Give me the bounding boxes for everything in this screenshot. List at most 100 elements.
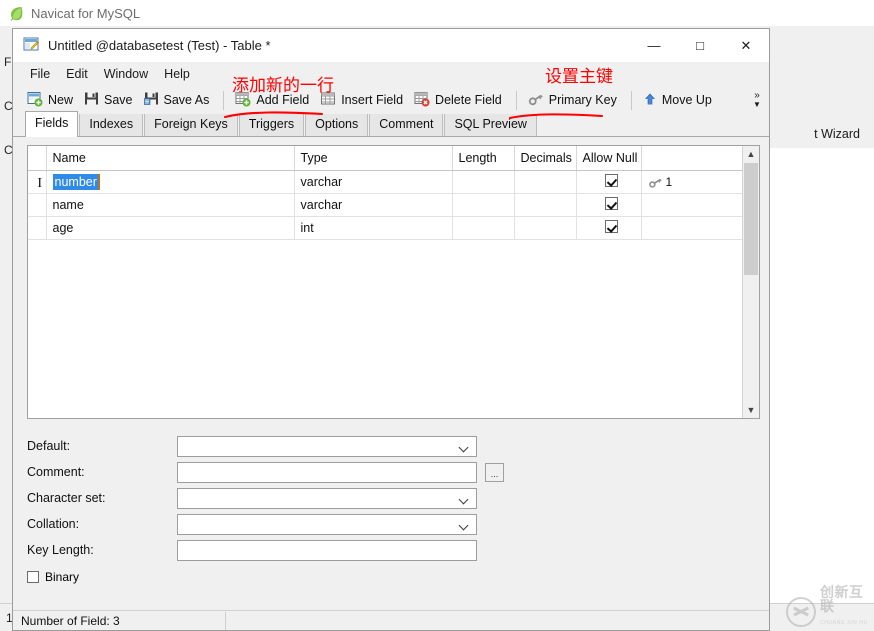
- cell-key-1[interactable]: [641, 193, 759, 217]
- character-set-combo[interactable]: [177, 487, 477, 509]
- allow-null-checkbox-0[interactable]: [605, 174, 618, 187]
- tab-comment[interactable]: Comment: [369, 112, 444, 136]
- tab-indexes-label: Indexes: [89, 117, 134, 131]
- grid-vertical-scrollbar[interactable]: ▲ ▼: [742, 146, 759, 418]
- cell-allow-null-1[interactable]: [576, 193, 642, 217]
- menu-item-file[interactable]: File: [22, 64, 58, 84]
- close-button[interactable]: ✕: [723, 29, 769, 61]
- tab-triggers[interactable]: Triggers: [238, 112, 305, 136]
- row-character-set: Character set:: [27, 485, 727, 511]
- tab-indexes[interactable]: Indexes: [79, 112, 144, 136]
- new-button[interactable]: New: [23, 88, 80, 113]
- row-marker-1: [28, 193, 47, 217]
- comment-editor-button[interactable]: ...: [485, 462, 504, 482]
- header-key[interactable]: [641, 146, 759, 171]
- tab-fields-label: Fields: [35, 116, 69, 130]
- label-collation: Collation:: [27, 517, 80, 531]
- cell-decimals-2[interactable]: [514, 216, 577, 240]
- delete-field-button[interactable]: Delete Field: [410, 88, 509, 113]
- toolbar-separator-1: [223, 90, 225, 110]
- allow-null-checkbox-2[interactable]: [605, 220, 618, 233]
- leaf-icon: [8, 5, 24, 21]
- save-button[interactable]: Save: [80, 88, 140, 112]
- scrollbar-thumb[interactable]: [744, 163, 758, 275]
- header-length[interactable]: Length: [452, 146, 515, 171]
- cell-decimals-0[interactable]: [514, 170, 577, 194]
- header-name[interactable]: Name: [46, 146, 295, 171]
- cell-name-1[interactable]: name: [46, 193, 295, 217]
- primary-key-button-label: Primary Key: [548, 93, 617, 107]
- key-icon: [528, 91, 544, 110]
- toolbar: New Save Save As Add Field Insert Field …: [13, 86, 769, 114]
- window-titlebar[interactable]: Untitled @databasetest (Test) - Table * …: [13, 29, 769, 62]
- toolbar-overflow-button[interactable]: » ▼: [748, 86, 766, 114]
- scroll-down-icon[interactable]: ▼: [743, 402, 759, 418]
- chevron-down-icon: ▼: [753, 100, 761, 109]
- header-type[interactable]: Type: [294, 146, 453, 171]
- maximize-button[interactable]: □: [677, 29, 723, 61]
- cell-allow-null-2[interactable]: [576, 216, 642, 240]
- move-up-button[interactable]: Move Up: [639, 89, 719, 112]
- delete-field-button-label: Delete Field: [435, 93, 502, 107]
- table-designer-icon: [23, 36, 40, 56]
- cell-type-1[interactable]: varchar: [294, 193, 453, 217]
- save-as-button[interactable]: Save As: [140, 88, 217, 112]
- cell-length-2[interactable]: [452, 216, 515, 240]
- menu-item-window[interactable]: Window: [96, 64, 156, 84]
- header-allow-null[interactable]: Allow Null: [576, 146, 642, 171]
- collation-combo[interactable]: [177, 513, 477, 535]
- comment-input[interactable]: [177, 461, 477, 483]
- arrow-up-icon: [643, 92, 657, 109]
- text-cursor-icon: [36, 176, 43, 189]
- insert-field-button[interactable]: Insert Field: [316, 88, 410, 113]
- cell-type-0[interactable]: varchar: [294, 170, 453, 194]
- chuangxin-logo-watermark: 创新互联 CHUANG XIN HU LIAN: [786, 584, 870, 628]
- cell-key-0[interactable]: 1: [641, 170, 759, 194]
- cell-name-2[interactable]: age: [46, 216, 295, 240]
- menubar: File Edit Window Help: [13, 62, 769, 86]
- save-button-label: Save: [104, 93, 133, 107]
- background-app-titlebar: Navicat for MySQL: [0, 0, 874, 26]
- delete-field-icon: [414, 91, 430, 110]
- cell-type-2[interactable]: int: [294, 216, 453, 240]
- tab-comment-label: Comment: [379, 117, 434, 131]
- table-row[interactable]: age int: [28, 216, 759, 240]
- row-key-length: Key Length:: [27, 537, 727, 563]
- binary-checkbox[interactable]: [27, 571, 39, 583]
- header-decimals[interactable]: Decimals: [514, 146, 577, 171]
- background-tab-label: t Wizard: [814, 127, 860, 141]
- label-binary: Binary: [45, 570, 80, 584]
- logo-text-cn: 创新互联: [820, 583, 864, 615]
- tab-foreign-keys[interactable]: Foreign Keys: [144, 112, 238, 136]
- label-key-length: Key Length:: [27, 543, 94, 557]
- fields-grid[interactable]: Name Type Length Decimals Allow Null num…: [27, 145, 760, 419]
- table-row[interactable]: name varchar: [28, 193, 759, 217]
- cell-name-0[interactable]: number: [46, 170, 295, 194]
- table-row[interactable]: number varchar: [28, 170, 759, 194]
- cell-length-0[interactable]: [452, 170, 515, 194]
- cell-decimals-1[interactable]: [514, 193, 577, 217]
- tab-sql-preview[interactable]: SQL Preview: [444, 112, 537, 136]
- cell-length-1[interactable]: [452, 193, 515, 217]
- allow-null-checkbox-1[interactable]: [605, 197, 618, 210]
- cell-key-2[interactable]: [641, 216, 759, 240]
- tab-fields[interactable]: Fields: [25, 111, 79, 137]
- row-marker-2: [28, 216, 47, 240]
- cell-allow-null-0[interactable]: [576, 170, 642, 194]
- label-comment: Comment:: [27, 465, 85, 479]
- row-binary[interactable]: Binary: [27, 565, 727, 589]
- row-default: Default:: [27, 433, 727, 459]
- menu-item-help[interactable]: Help: [156, 64, 198, 84]
- header-marker: [28, 146, 47, 171]
- menu-item-edit[interactable]: Edit: [58, 64, 96, 84]
- default-combo[interactable]: [177, 435, 477, 457]
- scroll-up-icon[interactable]: ▲: [743, 146, 759, 162]
- primary-key-button[interactable]: Primary Key: [524, 88, 624, 113]
- key-length-input[interactable]: [177, 539, 477, 561]
- row-comment: Comment: ...: [27, 459, 727, 485]
- minimize-button[interactable]: —: [631, 29, 677, 61]
- add-field-button[interactable]: Add Field: [231, 88, 316, 113]
- tab-options[interactable]: Options: [305, 112, 369, 136]
- field-properties-form: Default: Comment: ... Character set: Col…: [27, 433, 727, 589]
- toolbar-separator-2: [515, 90, 517, 110]
